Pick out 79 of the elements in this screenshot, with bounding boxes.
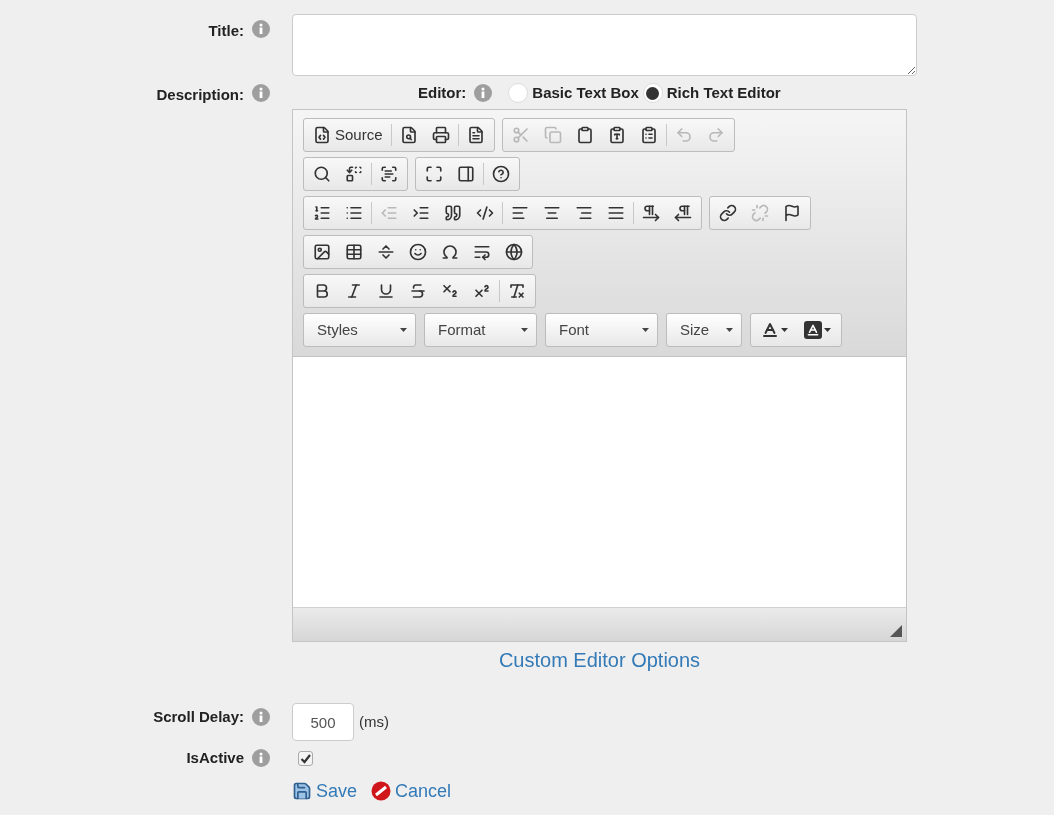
field-label: Title: [208,21,244,41]
unlink-icon [751,204,769,222]
editor-radio[interactable]: Rich Text Editor [642,81,781,105]
caret-icon [642,328,649,332]
background-color-icon [804,321,822,339]
caret-icon [521,328,528,332]
underline-icon [377,282,395,300]
editor-dropdown[interactable]: Font [545,313,658,347]
caret-icon [726,328,733,332]
indent-icon [412,204,430,222]
scroll-delay-input[interactable]: 500 [292,703,354,741]
cancel-icon [371,781,392,801]
code-icon [476,204,494,222]
select-all-icon [380,165,398,183]
blocks-icon [457,165,475,183]
page-break-icon [473,243,491,261]
globe-icon [505,243,523,261]
numbered-list-icon [313,204,331,222]
help-icon [492,165,510,183]
replace-icon [345,165,363,183]
link-icon [719,204,737,222]
align-right-icon [575,204,593,222]
caret-icon [824,328,831,332]
clipboard-icon [575,126,594,144]
bulleted-list-icon [345,204,363,222]
pilcrow-left-icon [674,204,692,222]
save-link[interactable]: Save [292,777,358,805]
smiley-icon [409,243,427,261]
editor-dropdown[interactable]: Styles [303,313,416,347]
unit-label: (ms) [359,711,389,732]
editor-dropdown[interactable]: Size [666,313,742,347]
align-left-icon [511,204,529,222]
info-icon [252,84,270,102]
field-label: Description: [156,85,244,105]
italic-icon [345,282,363,300]
search-icon [313,165,331,183]
field-label: Editor: [418,82,467,103]
clipboard-text-icon [607,126,626,144]
info-icon [252,749,270,768]
outdent-icon [380,204,398,222]
caret-icon [781,328,788,332]
toolbar-button[interactable]: Source [306,120,390,150]
info-icon [474,84,493,102]
horizontal-line-icon [377,243,395,261]
maximize-icon [425,165,443,183]
editor-radio[interactable]: Basic Text Box [508,81,639,105]
flag-icon [783,204,801,222]
align-center-icon [543,204,561,222]
redo-icon [706,126,725,144]
table-icon [345,243,363,261]
remove-format-icon [508,282,526,300]
clipboard-list-icon [639,126,658,144]
field-label: Scroll Delay: [153,706,244,727]
print-icon [431,126,450,144]
field-label: IsActive [186,748,244,768]
image-icon [313,243,331,261]
strikethrough-icon [409,282,427,300]
cancel-link[interactable]: Cancel [371,777,452,805]
scissors-icon [511,126,530,144]
undo-icon [674,126,693,144]
title-input[interactable] [292,14,917,76]
resize-handle-icon[interactable] [890,625,902,637]
preview-icon [399,126,418,144]
superscript-icon [473,282,491,300]
active-checkbox[interactable] [298,750,313,766]
info-icon [252,20,270,38]
copy-icon [543,126,562,144]
editor-dropdown[interactable]: Format [424,313,537,347]
info-icon [252,708,270,726]
text-color-icon [761,321,779,339]
align-justify-icon [607,204,625,222]
document-icon [466,126,485,144]
custom-editor-options-link[interactable]: Custom Editor Options [498,645,701,675]
omega-icon [441,243,459,261]
source-icon [313,126,331,144]
subscript-icon [441,282,459,300]
quote-icon [444,204,462,222]
pilcrow-right-icon [642,204,660,222]
caret-icon [400,328,407,332]
